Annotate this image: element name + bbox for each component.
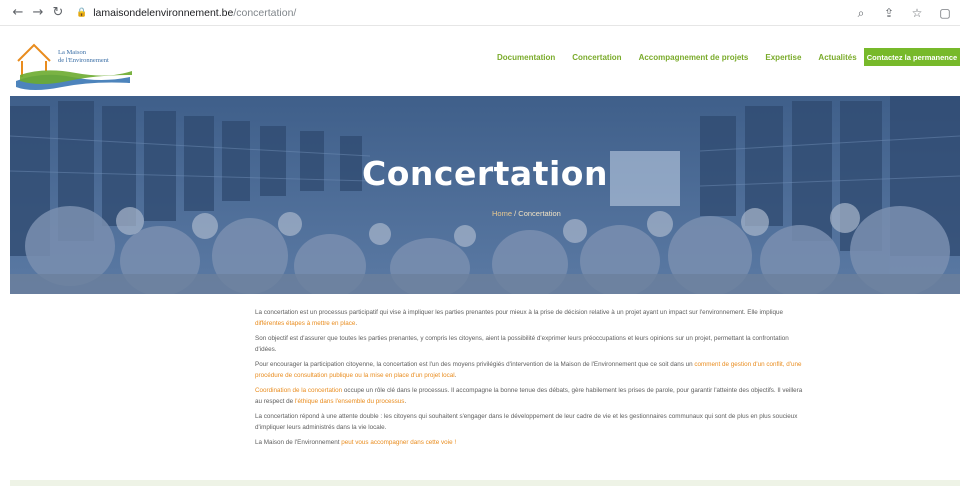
paragraph-1-end: .: [355, 319, 358, 327]
menu-item-documentation[interactable]: Documentation: [497, 53, 555, 62]
contact-cta-button[interactable]: Contactez la permanence: [864, 48, 960, 66]
lock-icon: 🔒: [76, 7, 88, 18]
ethique-link[interactable]: l'éthique dans l'ensemble du processus: [295, 398, 405, 405]
paragraph-6: La Maison de l'Environnement peut vous a…: [255, 438, 807, 449]
menu-item-concertation[interactable]: Concertation: [572, 53, 621, 62]
share-icon[interactable]: ⇪: [880, 3, 898, 23]
paragraph-3-end: .: [454, 371, 457, 379]
address-bar[interactable]: 🔒 lamaisondelenvironnement.be/concertati…: [76, 3, 836, 23]
sidebar-icon[interactable]: ▢: [936, 3, 954, 23]
coordination-link[interactable]: Coordination de la concertation: [255, 387, 342, 394]
etapes-link[interactable]: différentes étapes à mettre en place: [255, 320, 355, 327]
paragraph-4: Coordination de la concertation occupe u…: [255, 386, 807, 407]
paragraph-5: La concertation répond à une attente dou…: [255, 413, 798, 431]
menu-item-accompagnement[interactable]: Accompagnement de projets: [639, 53, 749, 62]
zoom-icon[interactable]: ⌕: [852, 3, 870, 23]
paragraph-6-text: La Maison de l'Environnement: [255, 439, 342, 446]
menu-item-expertise[interactable]: Expertise: [765, 53, 801, 62]
menu-item-actualites[interactable]: Actualités: [818, 53, 856, 62]
hero-banner: Concertation Home / Concertation: [10, 96, 960, 294]
breadcrumb-current: Concertation: [518, 209, 561, 218]
star-icon[interactable]: ☆: [908, 3, 926, 23]
breadcrumb-separator: /: [514, 209, 517, 218]
reload-icon[interactable]: ↻: [48, 3, 68, 23]
browser-toolbar: ← → ↻ 🔒 lamaisondelenvironnement.be/conc…: [0, 0, 960, 26]
paragraph-1: La concertation est un processus partici…: [255, 308, 807, 329]
paragraph-4-end: .: [404, 397, 407, 405]
paragraph-2: Son objectif est d'assurer que toutes le…: [255, 335, 789, 353]
site-header: La Maison de l'Environnement Documentati…: [0, 27, 960, 95]
site-logo[interactable]: La Maison de l'Environnement: [12, 37, 142, 91]
breadcrumb: Home / Concertation: [492, 209, 561, 218]
url-host: lamaisondelenvironnement.be: [93, 6, 234, 19]
url-path: /concertation/: [233, 6, 297, 19]
logo-line-1: La Maison: [58, 49, 86, 56]
main-content: La concertation est un processus partici…: [255, 308, 807, 454]
forward-arrow-icon[interactable]: →: [28, 3, 48, 23]
hero-background-image: [10, 96, 960, 294]
back-arrow-icon[interactable]: ←: [8, 3, 28, 23]
paragraph-1-text: La concertation est un processus partici…: [255, 309, 783, 316]
accompagner-link[interactable]: peut vous accompagner dans cette voie !: [341, 439, 456, 446]
page-title: Concertation: [362, 154, 608, 193]
paragraph-3-text: Pour encourager la participation citoyen…: [255, 361, 695, 368]
logo-line-2: de l'Environnement: [58, 57, 109, 64]
footer-band: [10, 480, 960, 486]
main-menu: Documentation Concertation Accompagnemen…: [497, 53, 857, 62]
breadcrumb-home[interactable]: Home: [492, 209, 512, 218]
paragraph-3: Pour encourager la participation citoyen…: [255, 360, 807, 381]
